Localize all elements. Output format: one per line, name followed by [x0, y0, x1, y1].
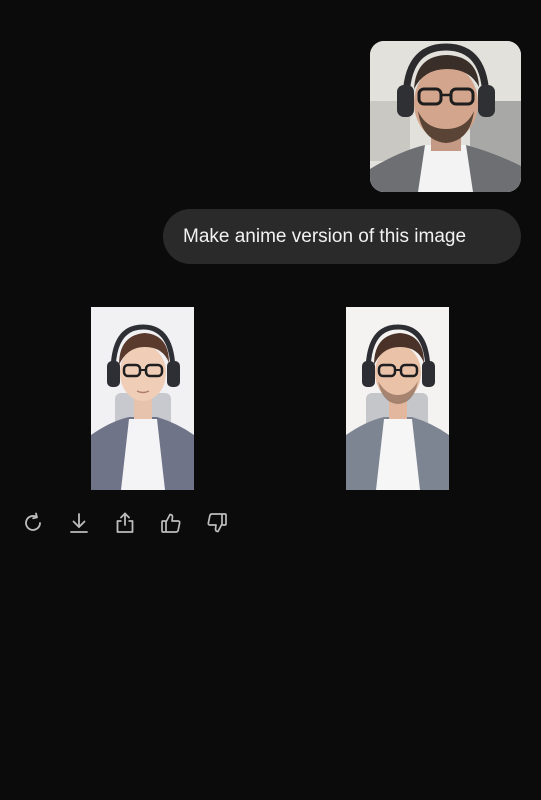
user-portrait-photo — [370, 41, 521, 192]
thumbs-up-button[interactable] — [158, 510, 184, 536]
chat-screen: Make anime version of this image — [0, 0, 541, 800]
thumbs-up-icon — [161, 513, 181, 533]
regenerate-icon — [25, 512, 41, 531]
anime-portrait-illustration — [346, 307, 449, 490]
share-button[interactable] — [112, 510, 138, 536]
download-button[interactable] — [66, 510, 92, 536]
anime-portrait-illustration — [91, 307, 194, 490]
share-icon — [116, 512, 134, 533]
generated-image-1[interactable] — [91, 307, 194, 490]
user-message-text: Make anime version of this image — [183, 226, 467, 247]
thumbs-down-button[interactable] — [204, 510, 230, 536]
generated-image-2[interactable] — [346, 307, 449, 490]
thumbs-down-icon — [207, 513, 227, 533]
download-icon — [70, 513, 88, 533]
message-actions — [20, 508, 250, 538]
regenerate-button[interactable] — [20, 510, 46, 536]
user-message-bubble: Make anime version of this image — [163, 209, 521, 264]
user-uploaded-photo[interactable] — [370, 41, 521, 192]
